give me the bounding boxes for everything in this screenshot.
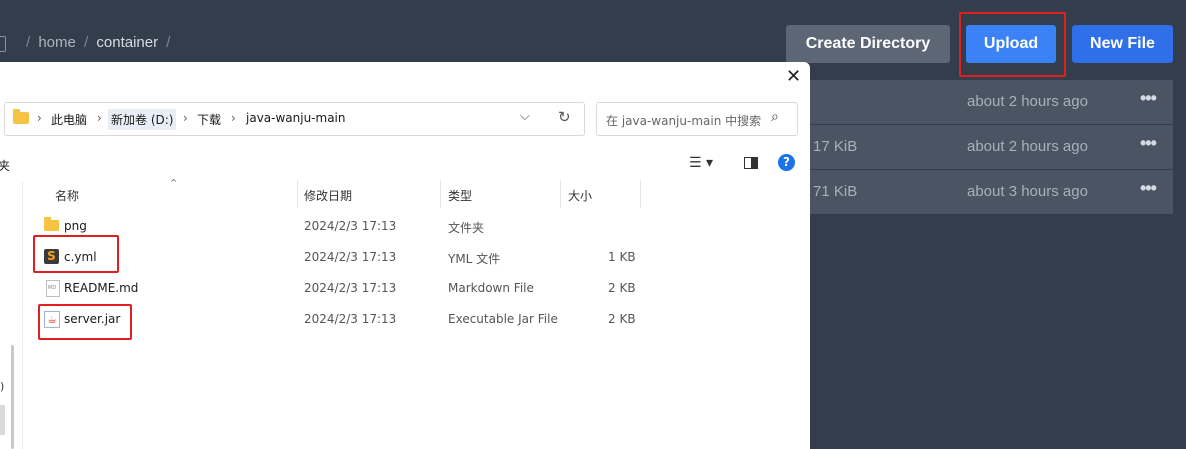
column-size[interactable]: 大小 — [568, 187, 592, 204]
folder-icon — [44, 217, 59, 231]
file-date: 2024/2/3 17:13 — [304, 219, 397, 233]
column-date[interactable]: 修改日期 — [304, 187, 352, 204]
table-row[interactable]: 17 KiB about 2 hours ago ••• — [810, 125, 1173, 169]
scrollbar[interactable] — [11, 345, 14, 449]
file-date: 2024/2/3 17:13 — [304, 281, 397, 295]
file-name: png — [64, 219, 87, 233]
search-placeholder: 在 java-wanju-main 中搜索 — [606, 114, 762, 128]
table-row[interactable]: 71 KiB about 3 hours ago ••• — [810, 170, 1173, 214]
address-segment-drive[interactable]: 新加卷 (D:) — [108, 109, 177, 130]
refresh-icon[interactable]: ↻ — [558, 108, 571, 126]
chevron-right-icon[interactable]: › — [37, 111, 42, 125]
create-directory-button[interactable]: Create Directory — [786, 25, 950, 63]
column-type[interactable]: 类型 — [448, 187, 472, 204]
nav-cut-label: ) — [0, 380, 5, 393]
address-bar[interactable]: › 此电脑 › 新加卷 (D:) › 下载 › java-wanju-main … — [4, 102, 585, 136]
column-divider[interactable] — [640, 180, 641, 208]
address-segment-downloads[interactable]: 下载 — [197, 111, 221, 128]
file-date: 2024/2/3 17:13 — [304, 250, 397, 264]
table-row[interactable]: about 2 hours ago ••• — [810, 80, 1173, 124]
file-size: 2 KB — [608, 281, 636, 295]
file-size: 2 KB — [608, 312, 636, 326]
breadcrumb-home[interactable]: home — [38, 34, 76, 51]
column-header-row: ⌃ 名称 修改日期 类型 大小 — [22, 177, 810, 208]
breadcrumb-separator: / — [84, 34, 89, 51]
list-item[interactable]: S c.yml 2024/2/3 17:13 YML 文件 1 KB — [22, 242, 810, 272]
root-icon[interactable] — [0, 36, 6, 52]
modified-time: about 2 hours ago — [967, 138, 1088, 155]
breadcrumb-separator: / — [166, 34, 171, 51]
close-icon[interactable]: ✕ — [786, 66, 801, 87]
column-divider[interactable] — [297, 180, 298, 208]
cyml-highlight-box — [33, 235, 119, 273]
view-options-icon[interactable]: ☰ ▾ — [689, 155, 713, 171]
breadcrumb-container[interactable]: container — [96, 34, 158, 51]
chevron-right-icon[interactable]: › — [183, 111, 188, 125]
column-divider[interactable] — [560, 180, 561, 208]
address-segment-folder[interactable]: java-wanju-main — [246, 111, 346, 125]
breadcrumb-separator: / — [26, 34, 31, 51]
search-icon[interactable]: ⌕ — [771, 109, 779, 125]
column-divider[interactable] — [440, 180, 441, 208]
modified-time: about 2 hours ago — [967, 93, 1088, 110]
file-date: 2024/2/3 17:13 — [304, 312, 397, 326]
file-type: YML 文件 — [448, 252, 501, 266]
file-type: Markdown File — [448, 281, 534, 295]
chevron-right-icon[interactable]: › — [97, 111, 102, 125]
list-item[interactable]: png 2024/2/3 17:13 文件夹 — [22, 211, 810, 241]
chevron-down-icon[interactable]: ⌵ — [520, 109, 530, 124]
folder-icon — [13, 109, 29, 124]
toolbar-cut-label[interactable]: 夹 — [0, 157, 10, 174]
sort-ascending-icon: ⌃ — [169, 177, 179, 190]
search-input[interactable]: 在 java-wanju-main 中搜索 ⌕ — [596, 102, 798, 136]
help-icon[interactable]: ? — [778, 154, 795, 171]
address-segment-this-pc[interactable]: 此电脑 — [51, 111, 87, 128]
file-list: about 2 hours ago ••• 17 KiB about 2 hou… — [810, 80, 1173, 215]
modified-time: about 3 hours ago — [967, 183, 1088, 200]
breadcrumb: / home / container / — [22, 34, 174, 51]
file-type: Executable Jar File — [448, 312, 558, 326]
markdown-file-icon — [46, 280, 60, 297]
nav-selected-item[interactable] — [0, 405, 5, 435]
file-size: 71 KiB — [813, 183, 858, 200]
column-name[interactable]: 名称 — [55, 187, 79, 204]
preview-pane-icon[interactable] — [744, 157, 758, 169]
more-options-icon[interactable]: ••• — [1140, 178, 1157, 199]
file-size: 1 KB — [608, 250, 636, 264]
new-file-button[interactable]: New File — [1072, 25, 1173, 63]
upload-highlight-box — [959, 12, 1066, 77]
chevron-right-icon[interactable]: › — [231, 111, 236, 125]
file-type: 文件夹 — [448, 221, 485, 235]
file-open-dialog: ✕ › 此电脑 › 新加卷 (D:) › 下载 › java-wanju-mai… — [0, 62, 810, 449]
list-item[interactable]: ☕ server.jar 2024/2/3 17:13 Executable J… — [22, 304, 810, 334]
serverjar-highlight-box — [38, 304, 132, 340]
more-options-icon[interactable]: ••• — [1140, 88, 1157, 109]
list-item[interactable]: README.md 2024/2/3 17:13 Markdown File 2… — [22, 273, 810, 303]
file-size: 17 KiB — [813, 138, 858, 155]
file-name: README.md — [64, 281, 139, 295]
more-options-icon[interactable]: ••• — [1140, 133, 1157, 154]
